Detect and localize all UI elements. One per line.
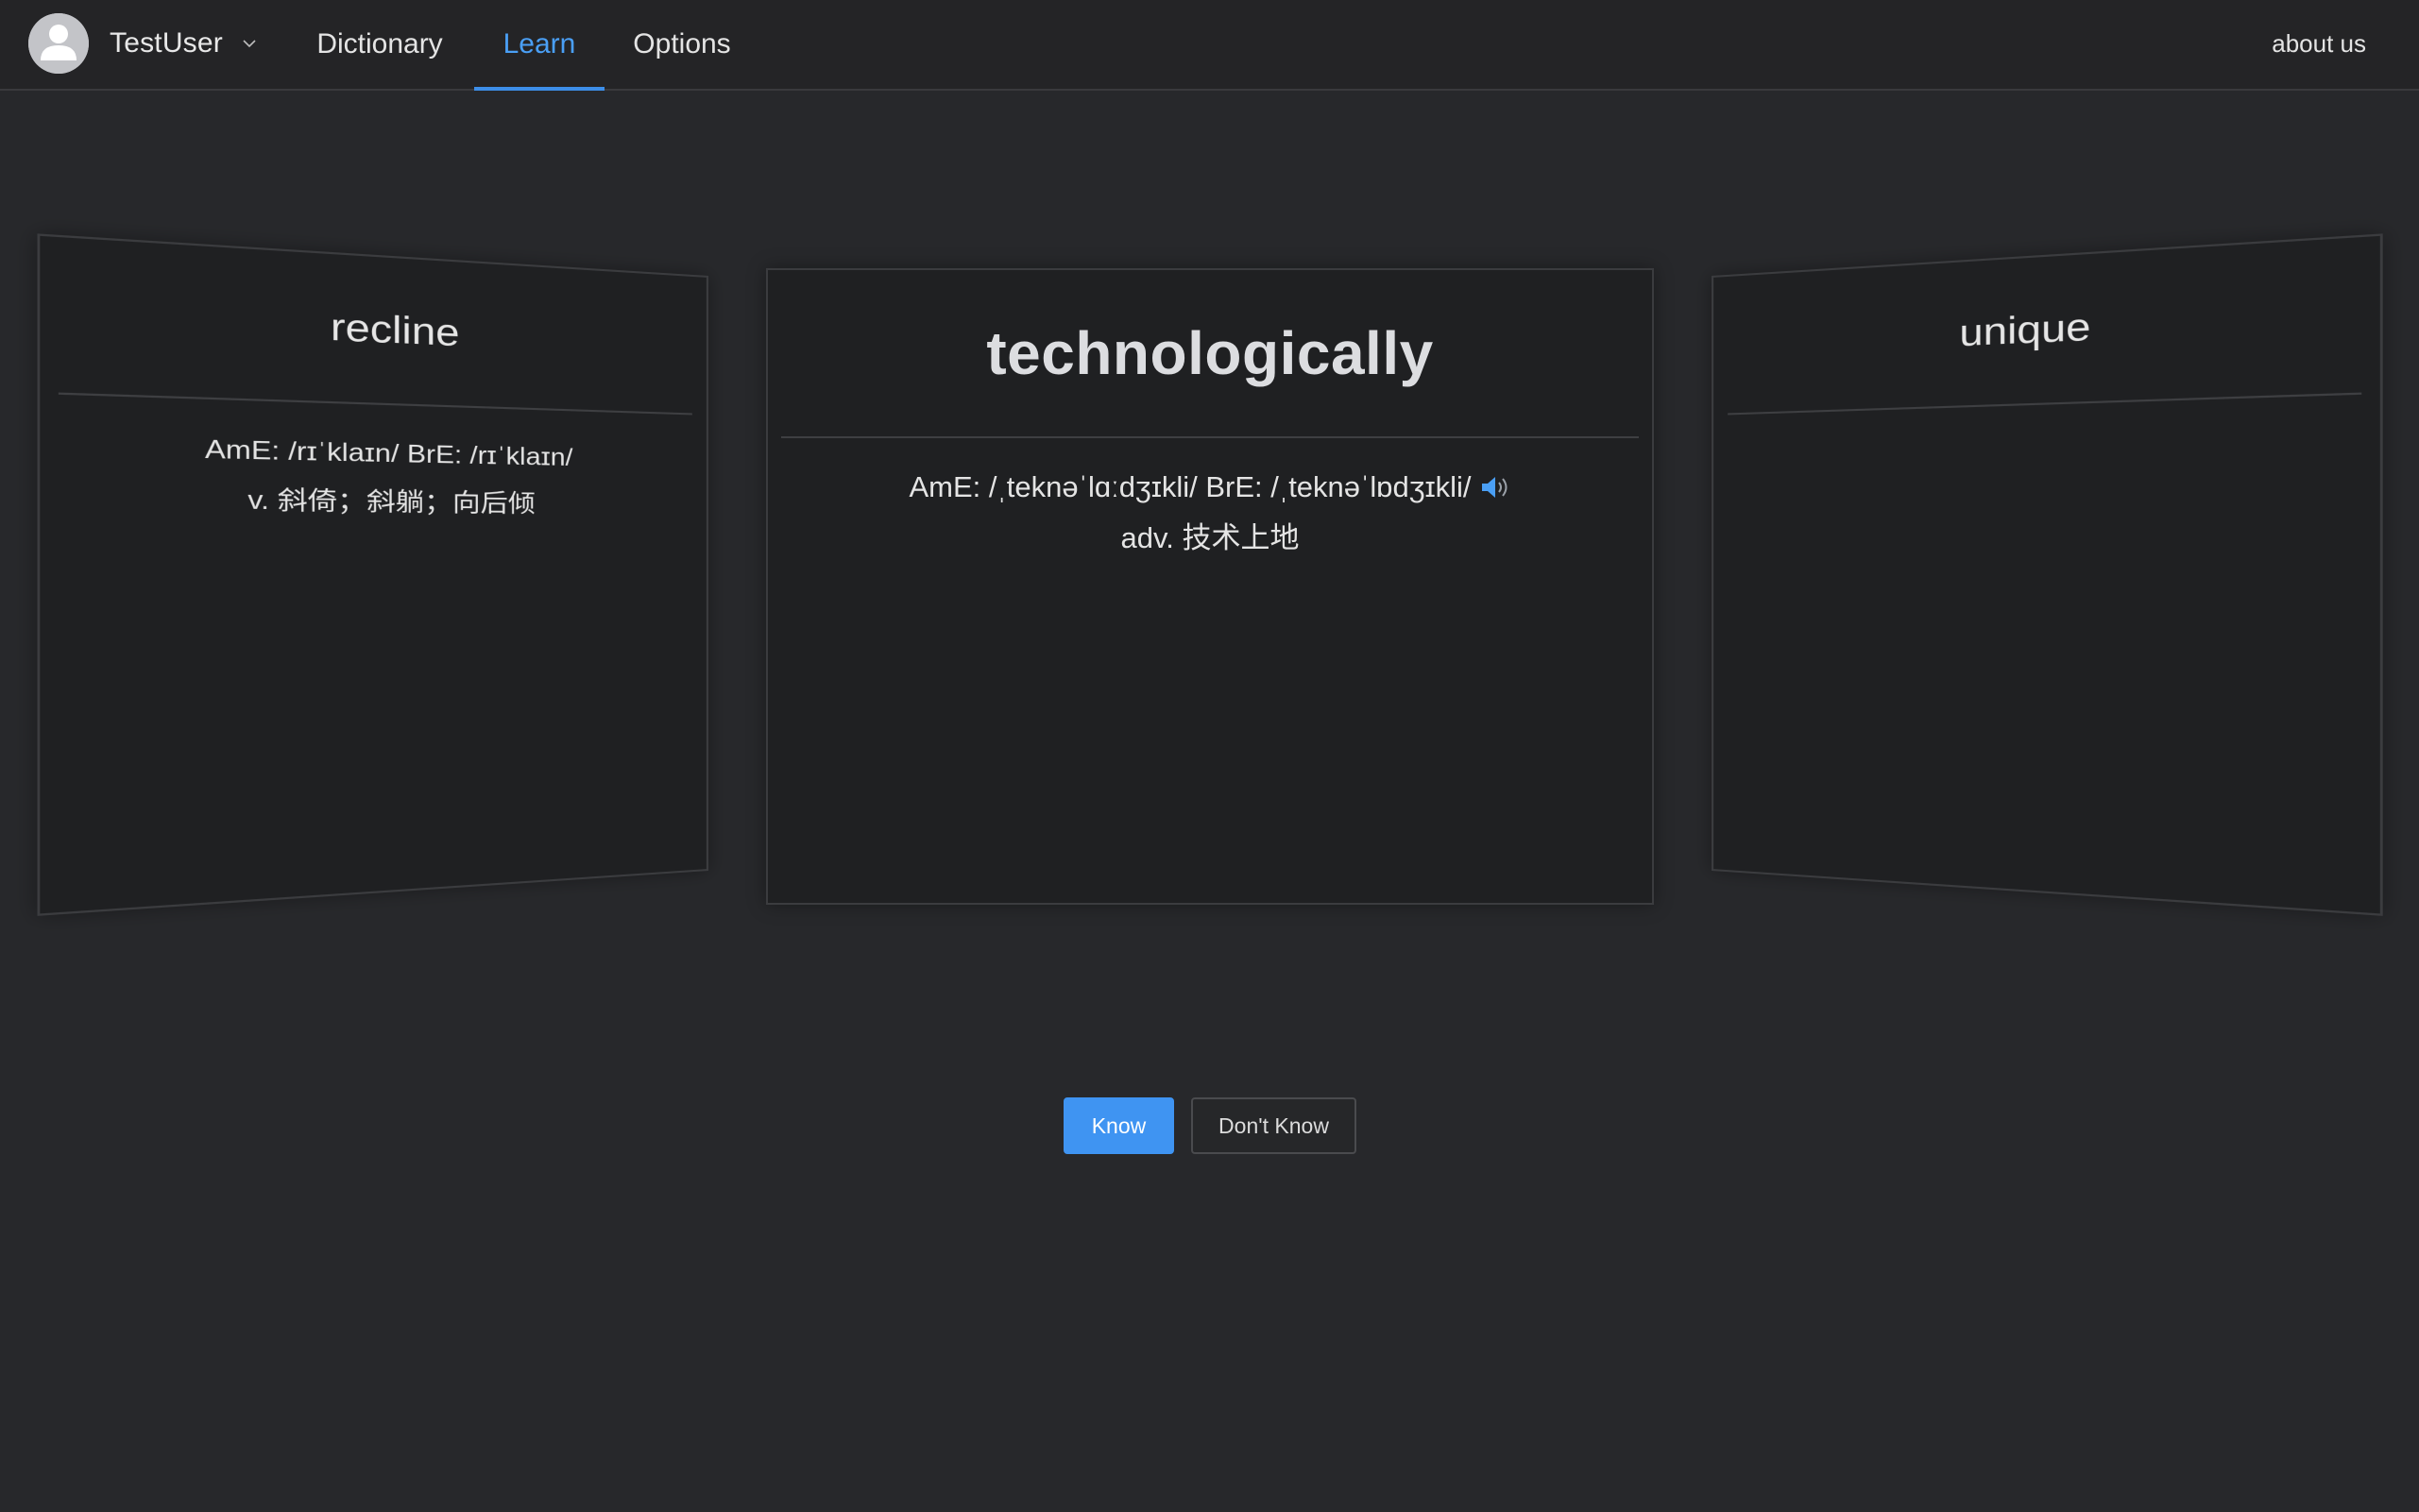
speaker-icon[interactable]	[1479, 473, 1511, 501]
flashcard-carousel: recline AmE: /rɪˈklaɪn/ BrE: /rɪˈklaɪn/ …	[0, 91, 2419, 1035]
card-word: technologically	[986, 319, 1434, 387]
card-header: recline	[58, 237, 692, 416]
nav-tab-options[interactable]: Options	[605, 0, 759, 89]
card-word: unique	[1959, 305, 2091, 355]
username-label: TestUser	[110, 27, 223, 59]
user-icon	[28, 13, 89, 74]
card-body: AmE: /rɪˈklaɪn/ BrE: /rɪˈklaɪn/ v. 斜倚；斜躺…	[40, 394, 707, 523]
user-menu[interactable]: TestUser	[110, 0, 259, 87]
know-button[interactable]: Know	[1064, 1097, 1174, 1154]
nav-tab-learn[interactable]: Learn	[474, 0, 605, 91]
card-definition: v. 斜倚；斜躺；向后倾	[247, 485, 536, 518]
card-phonetic: AmE: /rɪˈklaɪn/ BrE: /rɪˈklaɪn/	[204, 434, 573, 472]
about-us-link[interactable]: about us	[2272, 0, 2366, 87]
dont-know-button[interactable]: Don't Know	[1191, 1097, 1356, 1154]
previous-word-card[interactable]: recline AmE: /rɪˈklaɪn/ BrE: /rɪˈklaɪn/ …	[37, 233, 708, 916]
nav-tab-dictionary[interactable]: Dictionary	[287, 0, 472, 89]
current-word-card[interactable]: technologically AmE: /ˌteknəˈlɑːdʒɪkli/ …	[766, 268, 1654, 905]
chevron-down-icon	[240, 34, 259, 53]
card-body: AmE: /ˌteknəˈlɑːdʒɪkli/ BrE: /ˌteknəˈlɒd…	[768, 438, 1652, 559]
card-definition: adv. 技术上地	[1120, 521, 1300, 554]
card-header: unique	[1728, 237, 2362, 416]
card-header: technologically	[781, 270, 1639, 438]
card-word: recline	[330, 305, 460, 355]
next-word-card[interactable]: unique	[1712, 233, 2383, 916]
card-phonetic: AmE: /ˌteknəˈlɑːdʒɪkli/ BrE: /ˌteknəˈlɒd…	[909, 470, 1472, 503]
card-phonetic-row: AmE: /ˌteknəˈlɑːdʒɪkli/ BrE: /ˌteknəˈlɒd…	[768, 467, 1652, 508]
user-avatar[interactable]	[28, 13, 89, 74]
top-navigation-bar: TestUser Dictionary Learn Options about …	[0, 0, 2419, 91]
